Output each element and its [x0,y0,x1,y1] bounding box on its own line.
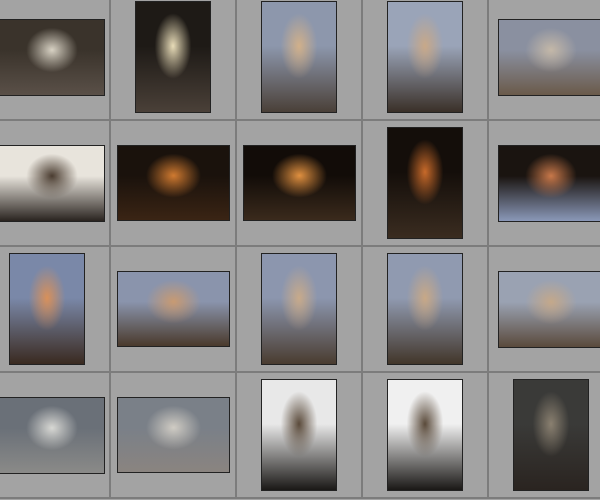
photo-thumbnail[interactable] [117,146,229,220]
grid-cell[interactable] [0,247,111,373]
grid-cell[interactable] [111,373,237,499]
grid-cell[interactable] [489,0,600,121]
grid-cell[interactable] [489,121,600,247]
photo-thumbnail[interactable] [388,380,462,490]
photo-thumbnail[interactable] [262,2,336,112]
photo-thumbnail[interactable] [10,254,84,364]
grid-cell[interactable] [237,121,363,247]
thumbnail-grid [0,0,600,499]
photo-thumbnail[interactable] [388,254,462,364]
grid-cell[interactable] [489,373,600,499]
grid-cell[interactable] [111,0,237,121]
photo-thumbnail[interactable] [0,19,104,95]
grid-cell[interactable] [363,247,489,373]
photo-thumbnail[interactable] [388,2,462,112]
grid-cell[interactable] [237,0,363,121]
grid-cell[interactable] [489,247,600,373]
grid-cell[interactable] [111,247,237,373]
photo-thumbnail[interactable] [262,380,336,490]
photo-thumbnail[interactable] [136,2,210,112]
grid-cell[interactable] [363,373,489,499]
photo-thumbnail[interactable] [499,145,600,221]
grid-cell[interactable] [237,373,363,499]
photo-thumbnail[interactable] [499,19,600,95]
photo-thumbnail[interactable] [117,398,229,472]
photo-thumbnail[interactable] [262,254,336,364]
grid-cell[interactable] [0,121,111,247]
grid-cell[interactable] [237,247,363,373]
photo-thumbnail[interactable] [243,146,355,220]
photo-thumbnail[interactable] [388,128,462,238]
grid-cell[interactable] [363,0,489,121]
photo-thumbnail[interactable] [0,145,104,221]
grid-cell[interactable] [111,121,237,247]
photo-thumbnail[interactable] [0,397,104,473]
photo-thumbnail[interactable] [117,272,229,346]
grid-cell[interactable] [0,373,111,499]
grid-cell[interactable] [0,0,111,121]
photo-thumbnail[interactable] [514,380,588,490]
grid-cell[interactable] [363,121,489,247]
photo-thumbnail[interactable] [499,271,600,347]
